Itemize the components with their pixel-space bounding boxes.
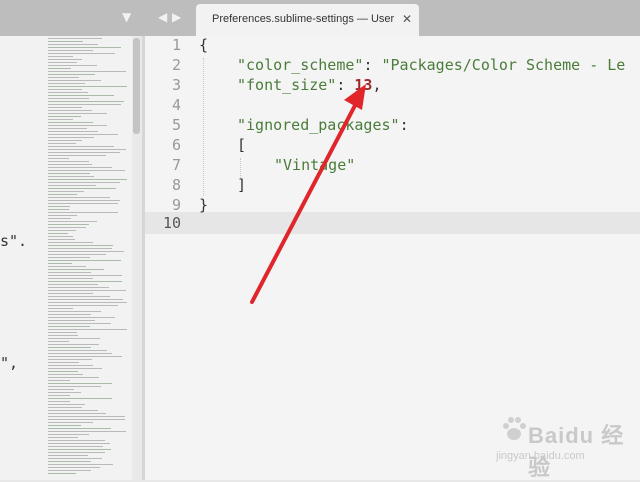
paw-icon (503, 417, 526, 440)
watermark: Baidu 经验 jingyan.baidu.com (488, 408, 638, 480)
watermark-url: jingyan.baidu.com (496, 450, 585, 462)
